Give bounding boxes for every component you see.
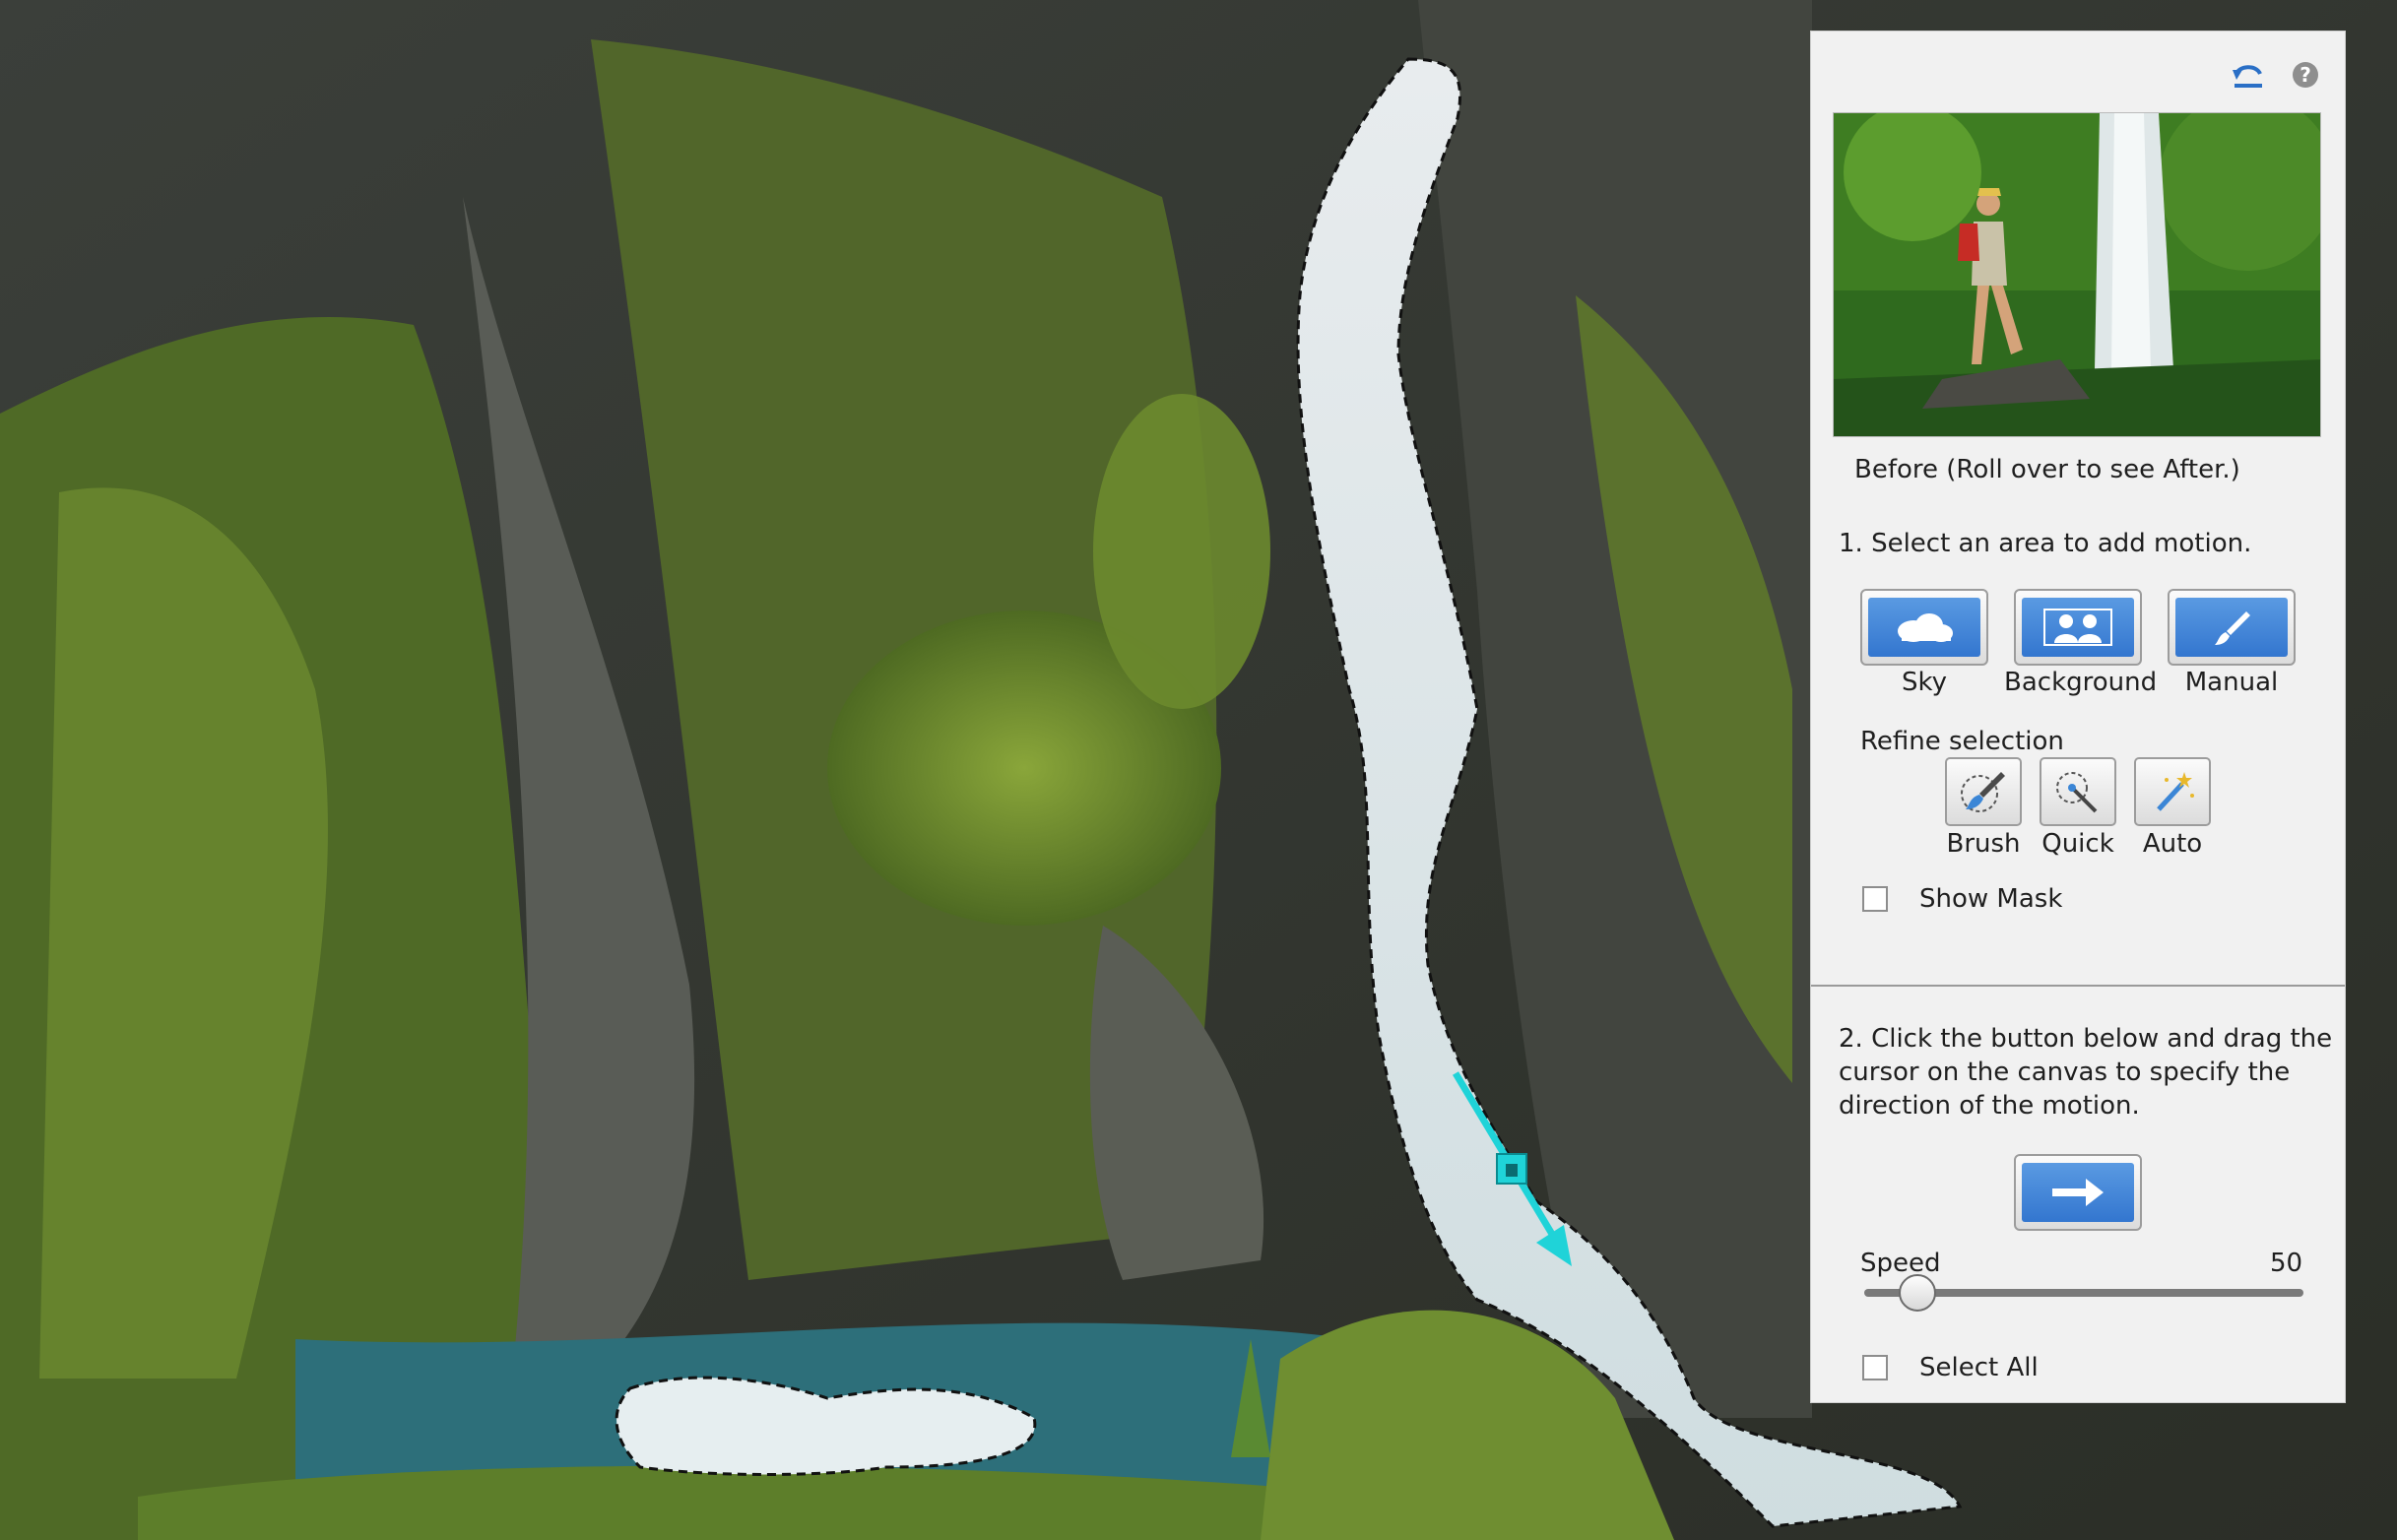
manual-label: Manual [2184,668,2279,697]
svg-text:?: ? [2300,63,2311,87]
speed-value: 50 [2270,1249,2303,1278]
manual-button[interactable] [2168,589,2296,666]
step2-line3: direction of the motion. [1839,1091,2140,1121]
refine-brush-icon [1961,772,2005,812]
reset-icon[interactable] [2229,55,2268,95]
auto-label: Auto [2142,829,2203,859]
show-mask-checkbox[interactable] [1862,886,1888,912]
show-mask-label: Show Mask [1919,884,2063,914]
quick-select-icon [2056,772,2098,813]
background-button[interactable] [2014,589,2142,666]
auto-wand-icon [2157,772,2194,811]
before-after-preview[interactable] [1833,112,2321,437]
step2-line1: 2. Click the button below and drag the [1839,1024,2333,1054]
auto-refine-button[interactable] [2134,757,2211,826]
sky-button[interactable] [1860,589,1988,666]
refine-brush-button[interactable] [1945,757,2022,826]
motion-panel: ? Before (Roll over to see After.) 1. Se… [1810,31,2346,1403]
step2-line2: cursor on the canvas to specify the [1839,1058,2291,1087]
motion-direction-button[interactable] [2014,1154,2142,1231]
step1-label: 1. Select an area to add motion. [1839,529,2252,558]
sky-label: Sky [1901,668,1948,697]
quick-select-button[interactable] [2040,757,2116,826]
section-divider [1811,985,2345,987]
manual-brush-icon [2175,598,2288,657]
speed-label: Speed [1860,1249,1941,1278]
preview-caption: Before (Roll over to see After.) [1854,455,2240,484]
select-all-label: Select All [1919,1353,2039,1382]
background-people-icon [2022,598,2134,657]
refine-brush-label: Brush [1946,829,2021,859]
background-label: Background [2004,668,2158,697]
quick-label: Quick [2041,829,2114,859]
refine-selection-label: Refine selection [1860,727,2064,756]
speed-slider-thumb[interactable] [1898,1274,1936,1312]
select-all-checkbox[interactable] [1862,1355,1888,1380]
help-icon[interactable]: ? [2286,55,2325,95]
arrow-right-icon [2022,1163,2134,1222]
sky-cloud-icon [1868,598,1980,657]
